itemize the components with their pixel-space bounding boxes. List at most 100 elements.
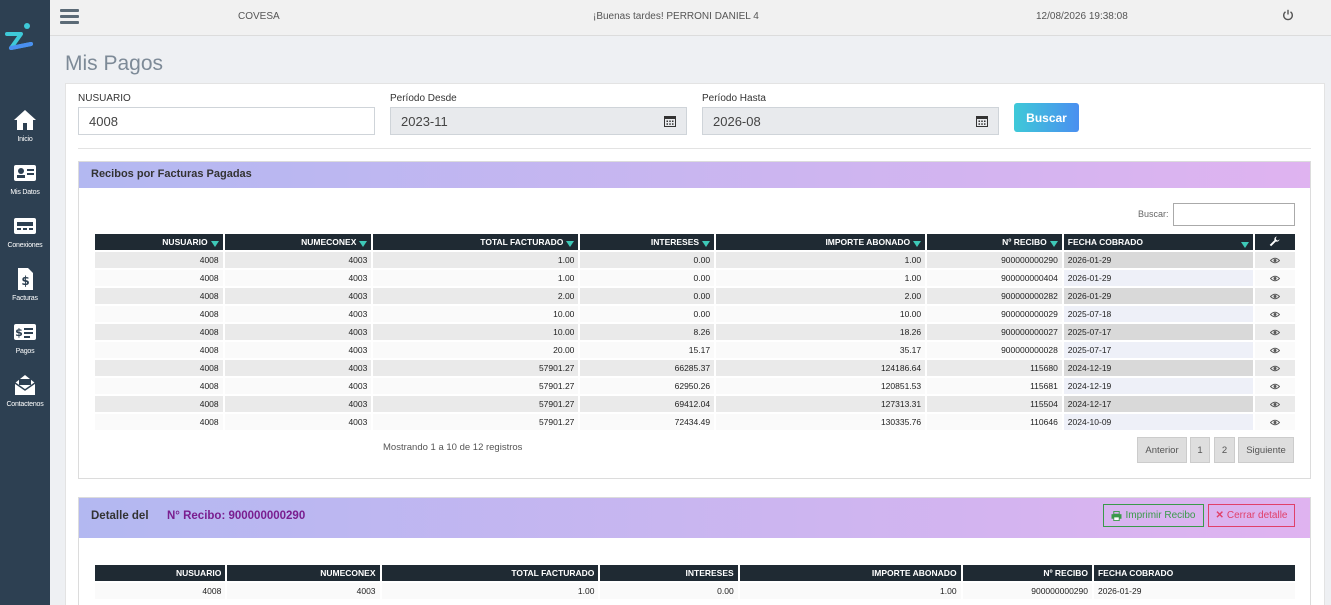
- cell: 900000000290: [962, 583, 1092, 599]
- column-header-total-facturado[interactable]: TOTAL FACTURADO: [373, 234, 579, 250]
- detalle-header-numeconex: NUMECONEX: [227, 565, 380, 581]
- pagination-next-button[interactable]: Siguiente: [1238, 437, 1294, 463]
- eye-icon[interactable]: [1269, 347, 1280, 354]
- sort-icon: [1049, 241, 1058, 247]
- eye-icon[interactable]: [1269, 365, 1280, 372]
- cell: 115681: [927, 378, 1062, 394]
- imprimir-recibo-label: Imprimir Recibo: [1125, 510, 1196, 521]
- view-action-cell: [1254, 342, 1295, 358]
- table-row: 4008 4003 1.00 0.00 1.00 900000000290 20…: [95, 583, 1295, 599]
- eye-icon[interactable]: [1269, 419, 1280, 426]
- imprimir-recibo-button[interactable]: Imprimir Recibo: [1103, 504, 1204, 527]
- column-header-label: NUSUARIO: [162, 237, 208, 247]
- cell: 4003: [224, 306, 372, 322]
- cell: 2.00: [373, 288, 579, 304]
- svg-text:$: $: [21, 274, 29, 288]
- sidebar-item-pagos[interactable]: $ Pagos: [0, 320, 50, 370]
- search-input[interactable]: [1173, 203, 1295, 226]
- cell: 4008: [95, 342, 223, 358]
- calendar-icon[interactable]: [976, 115, 988, 127]
- pagination-page-1[interactable]: 1: [1190, 437, 1210, 463]
- cell: 62950.26: [580, 378, 715, 394]
- cell: 1.00: [373, 270, 579, 286]
- cell: 4003: [227, 583, 380, 599]
- cell: 57901.27: [373, 360, 579, 376]
- table-row: 4008 4003 10.00 0.00 10.00 900000000029 2025-0…: [95, 306, 1295, 322]
- cell: 2.00: [716, 288, 926, 304]
- eye-icon[interactable]: [1269, 329, 1280, 336]
- column-header-nusuario[interactable]: NUSUARIO: [95, 234, 223, 250]
- cerrar-detalle-label: Cerrar detalle: [1226, 510, 1288, 521]
- mail-icon: [14, 375, 36, 395]
- detalle-title: Detalle del: [91, 510, 149, 522]
- sidebar-item-facturas[interactable]: $ Facturas: [0, 267, 50, 317]
- column-header-nro-recibo[interactable]: Nº RECIBO: [927, 234, 1062, 250]
- view-action-cell: [1254, 414, 1295, 430]
- cell: 4003: [224, 360, 372, 376]
- sidebar-item-conexiones[interactable]: Conexiones: [0, 214, 50, 264]
- cerrar-detalle-button[interactable]: ✕ Cerrar detalle: [1208, 504, 1295, 527]
- nusuario-input[interactable]: 4008: [78, 107, 375, 135]
- sidebar-item-inicio[interactable]: Inicio: [0, 108, 50, 158]
- column-header-label: NUMECONEX: [301, 237, 357, 247]
- pagination-prev-button[interactable]: Anterior: [1137, 437, 1187, 463]
- recibos-panel-title: Recibos por Facturas Pagadas: [79, 162, 1310, 188]
- cell: 4008: [95, 306, 223, 322]
- cell: 2024-12-19: [1063, 378, 1253, 394]
- column-header-label: IMPORTE ABONADO: [825, 237, 911, 247]
- periodo-hasta-input[interactable]: 2026-08: [702, 107, 999, 135]
- cell: 900000000027: [927, 324, 1062, 340]
- sidebar-item-mis-datos[interactable]: Mis Datos: [0, 161, 50, 211]
- cell: 57901.27: [373, 378, 579, 394]
- cell: 0.00: [580, 306, 715, 322]
- periodo-desde-label: Período Desde: [390, 93, 457, 104]
- cell: 900000000282: [927, 288, 1062, 304]
- hamburger-menu-icon[interactable]: [60, 9, 79, 25]
- column-header-importe-abonado[interactable]: IMPORTE ABONADO: [716, 234, 926, 250]
- sort-icon: [359, 241, 368, 247]
- cell: 2024-12-19: [1063, 360, 1253, 376]
- cell: 1.00: [373, 252, 579, 268]
- sidebar-item-label: Inicio: [17, 136, 33, 143]
- buscar-button[interactable]: Buscar: [1014, 103, 1079, 132]
- column-header-numeconex[interactable]: NUMECONEX: [224, 234, 372, 250]
- cell: 1.00: [739, 583, 961, 599]
- cell: 10.00: [373, 306, 579, 322]
- cell: 4003: [224, 396, 372, 412]
- table-row: 4008 4003 1.00 0.00 1.00 900000000404 2026-01-…: [95, 270, 1295, 286]
- table-row: 4008 4003 1.00 0.00 1.00 900000000290 2026-01-…: [95, 252, 1295, 268]
- cell: 4003: [224, 324, 372, 340]
- power-icon[interactable]: [1282, 9, 1294, 21]
- periodo-desde-input[interactable]: 2023-11: [390, 107, 687, 135]
- cell: 69412.04: [580, 396, 715, 412]
- cell: 120851.53: [716, 378, 926, 394]
- cell: 8.26: [580, 324, 715, 340]
- meter-icon: [14, 218, 36, 234]
- periodo-hasta-value: 2026-08: [713, 114, 761, 129]
- cell: 57901.27: [373, 414, 579, 430]
- view-action-cell: [1254, 252, 1295, 268]
- eye-icon[interactable]: [1269, 275, 1280, 282]
- table-row: 4008 4003 10.00 8.26 18.26 900000000027 2025-0…: [95, 324, 1295, 340]
- cell: 127313.31: [716, 396, 926, 412]
- eye-icon[interactable]: [1269, 401, 1280, 408]
- eye-icon[interactable]: [1269, 311, 1280, 318]
- payment-icon: $: [14, 324, 36, 340]
- cell: 900000000404: [927, 270, 1062, 286]
- sidebar-item-contactenos[interactable]: Contactenos: [0, 373, 50, 423]
- id-card-icon: [14, 165, 36, 181]
- eye-icon[interactable]: [1269, 257, 1280, 264]
- view-action-cell: [1254, 396, 1295, 412]
- column-header-fecha-cobrado[interactable]: FECHA COBRADO: [1063, 234, 1253, 250]
- pagination-page-2[interactable]: 2: [1214, 437, 1235, 463]
- eye-icon[interactable]: [1269, 383, 1280, 390]
- cell: 10.00: [373, 324, 579, 340]
- column-header-label: TOTAL FACTURADO: [480, 237, 564, 247]
- column-header-intereses[interactable]: INTERESES: [580, 234, 715, 250]
- search-label: Buscar:: [1138, 209, 1169, 219]
- view-action-cell: [1254, 324, 1295, 340]
- top-bar: COVESA ¡Buenas tardes! PERRONI DANIEL 4 …: [50, 0, 1331, 36]
- calendar-icon[interactable]: [664, 115, 676, 127]
- eye-icon[interactable]: [1269, 293, 1280, 300]
- sidebar-item-label: Contactenos: [6, 401, 44, 408]
